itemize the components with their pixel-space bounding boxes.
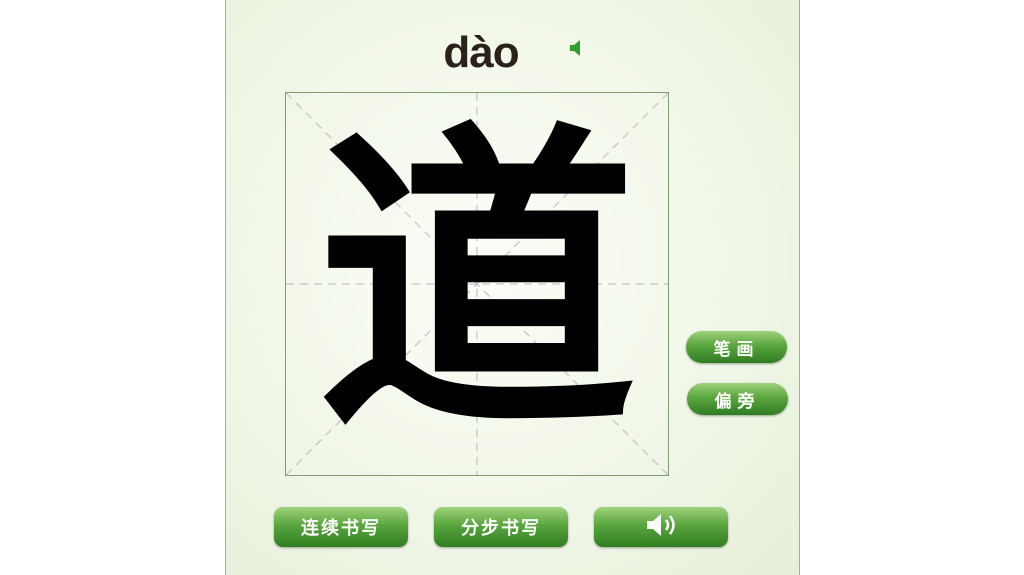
character-practice-panel: dào 道 笔画 偏旁 连续书写 分步书写 — [225, 0, 800, 575]
pronounce-speaker-icon[interactable] — [568, 38, 586, 58]
strokes-button[interactable]: 笔画 — [686, 331, 787, 363]
pinyin-label: dào — [443, 28, 519, 77]
play-sound-button[interactable] — [594, 507, 728, 547]
continuous-writing-button[interactable]: 连续书写 — [274, 507, 408, 547]
character-glyph: 道 — [317, 96, 637, 471]
radical-button[interactable]: 偏旁 — [687, 383, 788, 415]
step-writing-button[interactable]: 分步书写 — [434, 507, 568, 547]
speaker-icon — [641, 511, 681, 544]
character-grid: 道 — [285, 92, 669, 476]
